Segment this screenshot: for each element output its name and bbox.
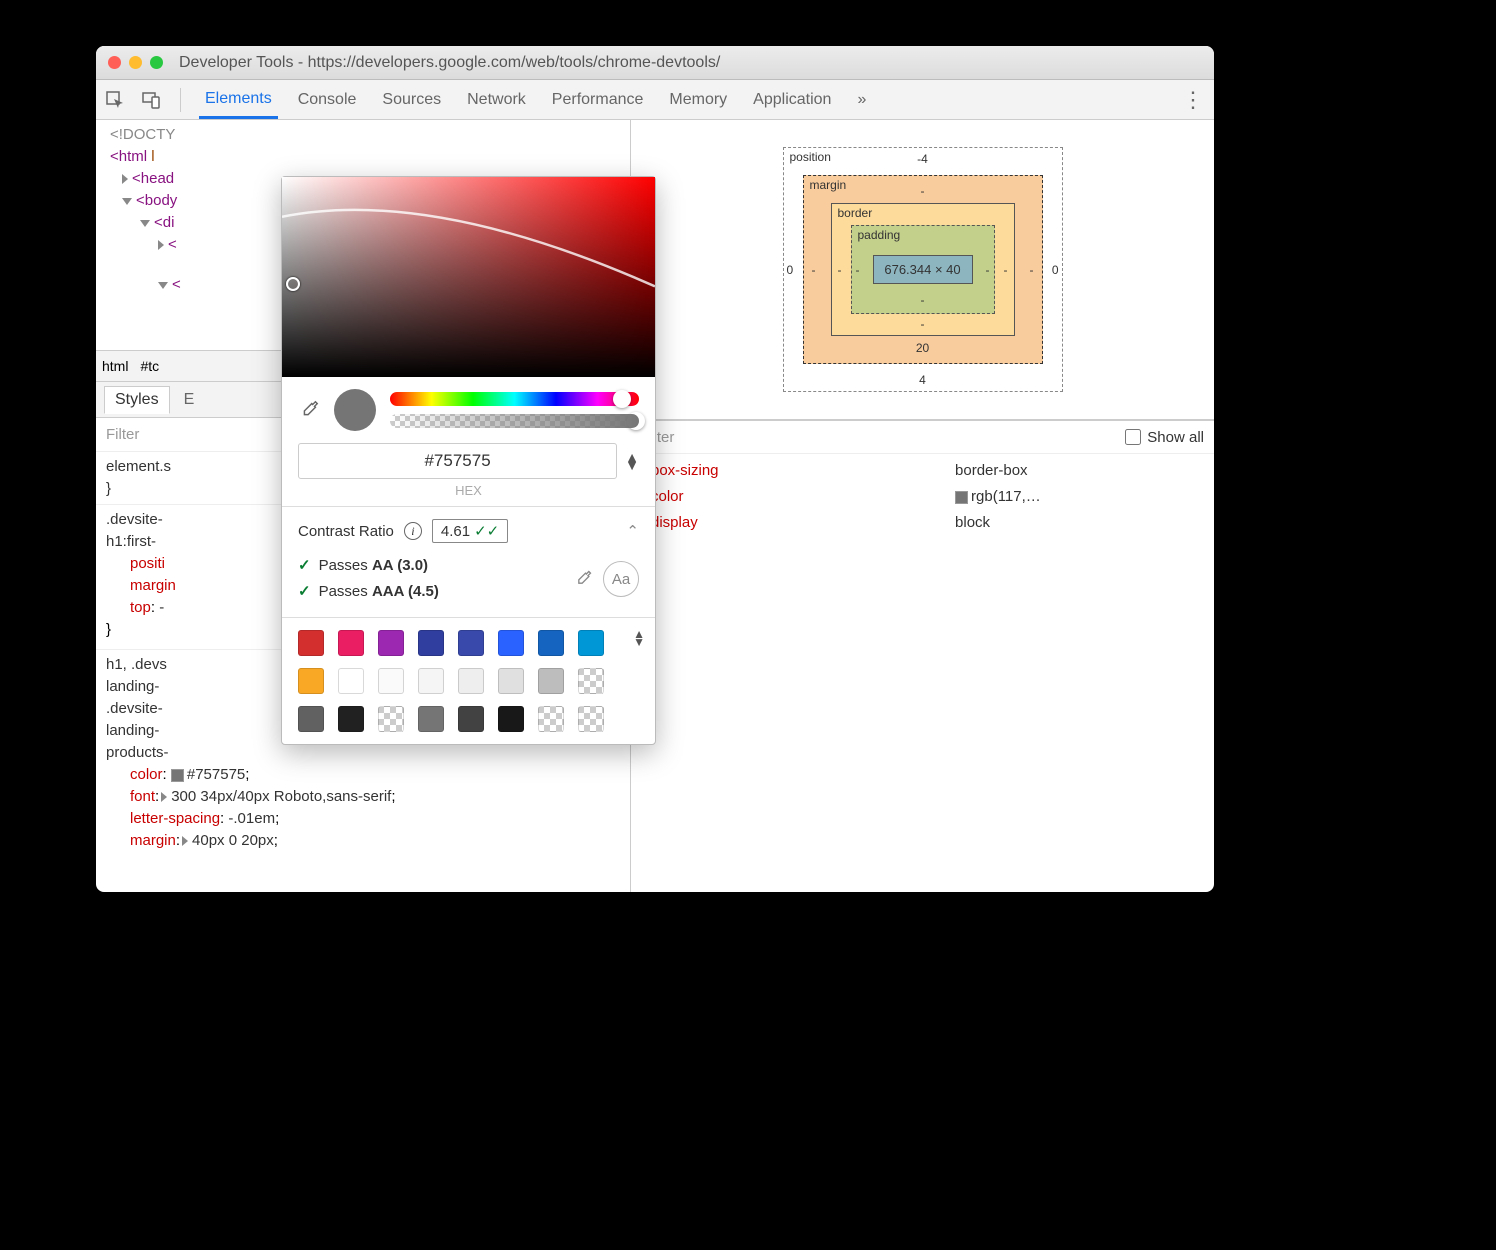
palette-swatch[interactable] [458, 706, 484, 732]
palette-swatch[interactable] [418, 706, 444, 732]
contrast-label: Contrast Ratio [298, 523, 394, 540]
info-icon[interactable]: i [404, 522, 422, 540]
palette-swatch[interactable] [378, 630, 404, 656]
subtab-styles[interactable]: Styles [104, 386, 170, 414]
palette-swatch[interactable] [538, 706, 564, 732]
color-field[interactable] [282, 177, 655, 377]
main-toolbar: Elements Console Sources Network Perform… [96, 80, 1214, 120]
chevron-up-icon[interactable]: ⌃ [626, 522, 639, 540]
close-icon[interactable] [108, 56, 121, 69]
kebab-menu-icon[interactable]: ⋮ [1182, 87, 1206, 113]
palette-swatch[interactable] [298, 630, 324, 656]
palette-swatch[interactable] [298, 668, 324, 694]
tab-memory[interactable]: Memory [663, 83, 733, 117]
minimize-icon[interactable] [129, 56, 142, 69]
hue-slider[interactable] [390, 392, 639, 406]
palette-swatch[interactable] [578, 630, 604, 656]
subtab-partial[interactable]: E [184, 391, 195, 409]
color-picker: ▲▼ HEX Contrast Ratio i 4.61 ✓✓ ⌃ ✓Passe… [281, 176, 656, 745]
palette-swatch[interactable] [418, 630, 444, 656]
palette-more-icon[interactable]: ▲▼ [633, 630, 645, 646]
devtools-window: Developer Tools - https://developers.goo… [96, 46, 1214, 892]
zoom-icon[interactable] [150, 56, 163, 69]
styles-filter[interactable]: Filter [106, 426, 139, 443]
palette-swatch[interactable] [298, 706, 324, 732]
tab-performance[interactable]: Performance [546, 83, 650, 117]
palette-swatch[interactable] [498, 630, 524, 656]
palette-swatch[interactable] [538, 630, 564, 656]
slider-thumb-icon[interactable] [613, 390, 631, 408]
palette-swatch[interactable] [378, 668, 404, 694]
palette-swatch[interactable] [458, 630, 484, 656]
tab-elements[interactable]: Elements [199, 82, 278, 119]
palette-swatch[interactable] [498, 706, 524, 732]
computed-list[interactable]: box-sizingborder-box colorrgb(117,… disp… [631, 454, 1214, 540]
palette-swatch[interactable] [578, 706, 604, 732]
inspect-icon[interactable] [104, 89, 126, 111]
tab-application[interactable]: Application [747, 83, 837, 117]
eyedropper-icon[interactable] [298, 399, 320, 421]
alpha-slider[interactable] [390, 414, 639, 428]
crumb[interactable]: #tc [140, 358, 159, 374]
color-swatch-icon[interactable] [171, 769, 184, 782]
contrast-value: 4.61 ✓✓ [432, 519, 508, 543]
tab-network[interactable]: Network [461, 83, 532, 117]
tab-console[interactable]: Console [292, 83, 363, 117]
palette: ▲▼ [282, 617, 655, 744]
box-model[interactable]: position -4 4 margin - 20 - - border - [631, 120, 1214, 419]
palette-swatch[interactable] [418, 668, 444, 694]
tab-sources[interactable]: Sources [376, 83, 447, 117]
palette-swatch[interactable] [338, 668, 364, 694]
palette-swatch[interactable] [578, 668, 604, 694]
palette-swatch[interactable] [378, 706, 404, 732]
text-sample-icon[interactable]: Aa [603, 561, 639, 597]
palette-swatch[interactable] [338, 706, 364, 732]
window-title: Developer Tools - https://developers.goo… [179, 54, 720, 72]
format-toggle-icon[interactable]: ▲▼ [625, 453, 639, 469]
crumb[interactable]: html [102, 358, 128, 374]
palette-swatch[interactable] [458, 668, 484, 694]
titlebar: Developer Tools - https://developers.goo… [96, 46, 1214, 80]
slider-thumb-icon[interactable] [627, 412, 645, 430]
traffic-lights [108, 56, 163, 69]
hex-input[interactable] [298, 443, 617, 479]
palette-swatch[interactable] [338, 630, 364, 656]
bg-eyedropper-icon[interactable] [573, 569, 593, 589]
hex-label: HEX [282, 483, 655, 498]
palette-swatch[interactable] [498, 668, 524, 694]
current-color-swatch [334, 389, 376, 431]
device-toggle-icon[interactable] [140, 89, 162, 111]
tab-overflow[interactable]: » [851, 83, 872, 117]
color-cursor-icon[interactable] [286, 277, 300, 291]
show-all-checkbox[interactable]: Show all [1125, 429, 1204, 446]
palette-swatch[interactable] [538, 668, 564, 694]
